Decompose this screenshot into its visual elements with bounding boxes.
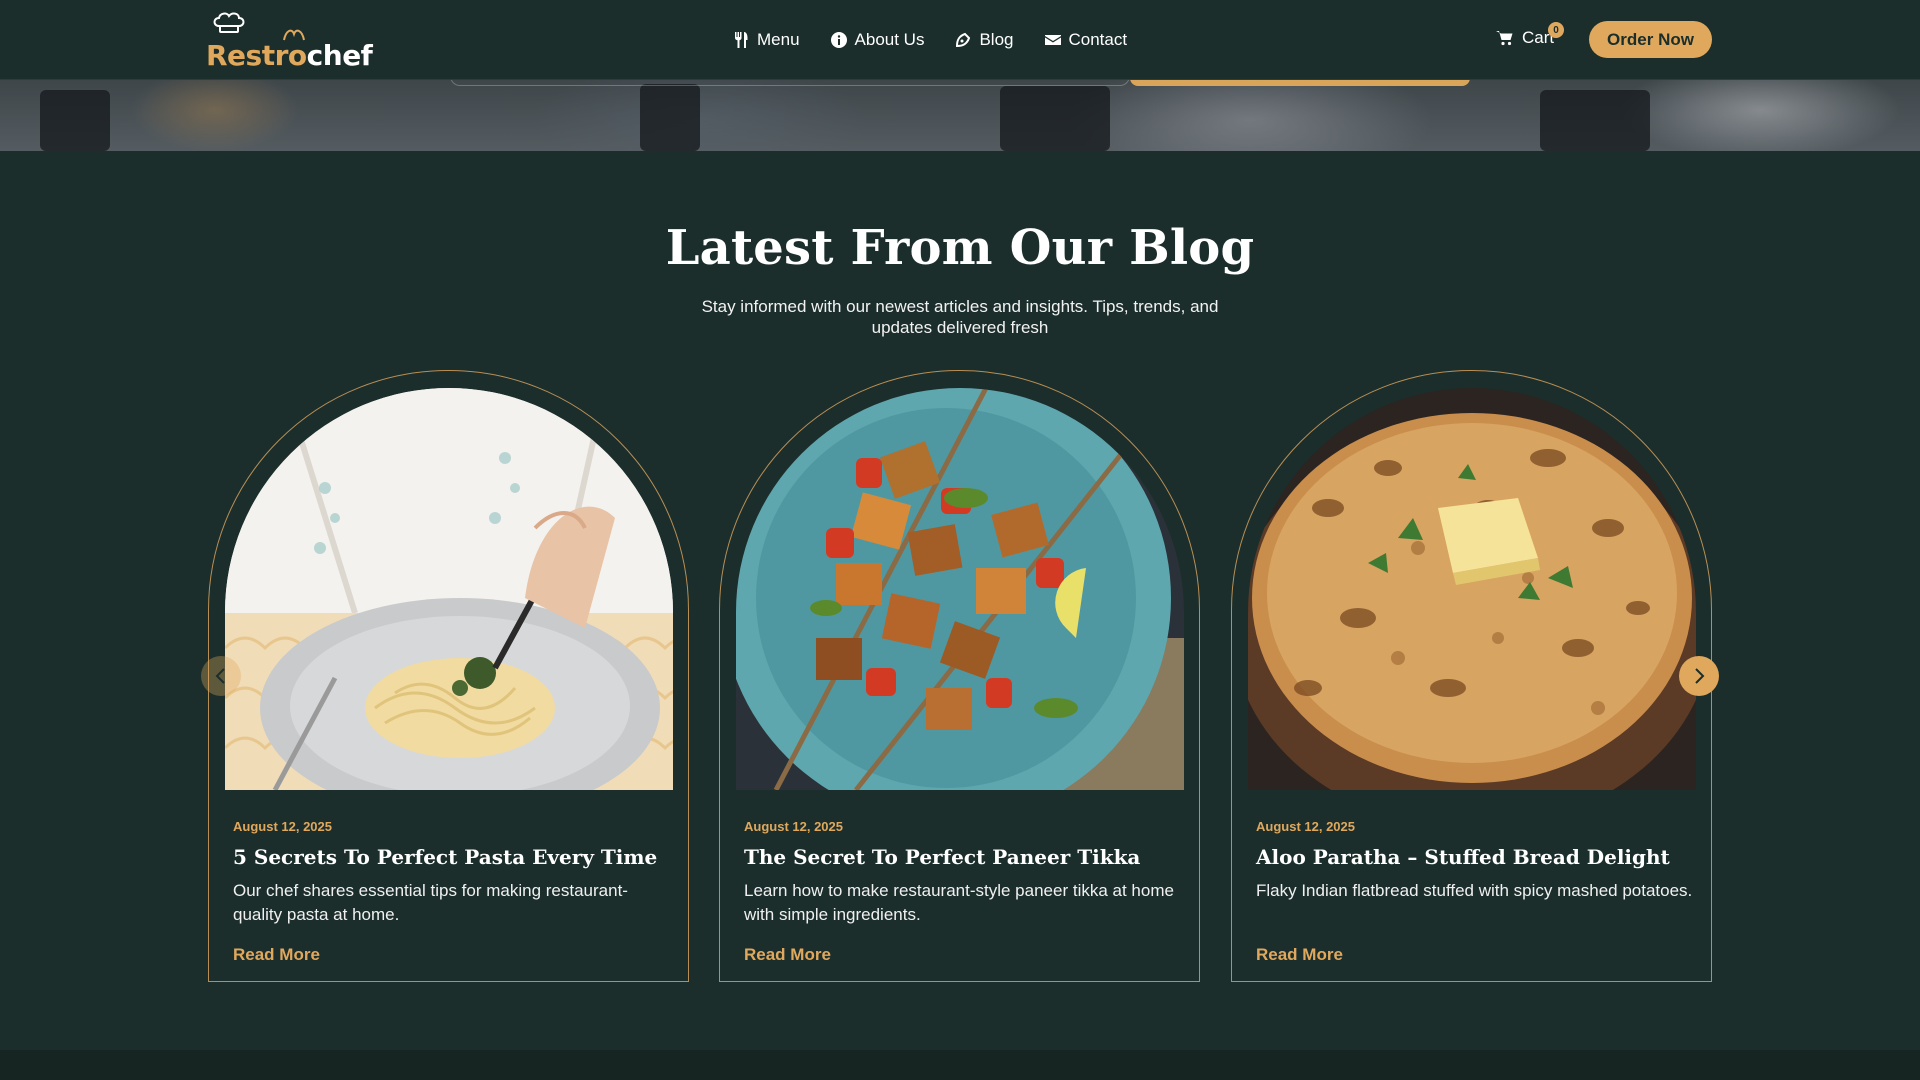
read-more-link[interactable]: Read More — [1256, 945, 1343, 965]
envelope-icon — [1044, 35, 1061, 45]
logo-part-chef: chef — [306, 39, 373, 72]
blog-card-description: Learn how to make restaurant-style panee… — [744, 881, 1174, 924]
site-logo[interactable]: Restrochef — [206, 12, 381, 70]
nav-item-menu[interactable]: Menu — [733, 30, 800, 50]
blog-card: August 12, 2025 The Secret To Perfect Pa… — [719, 370, 1200, 982]
blog-card-date: August 12, 2025 — [233, 819, 332, 834]
nav-label-contact: Contact — [1068, 30, 1128, 49]
blog-card-date: August 12, 2025 — [1256, 819, 1355, 834]
nav-item-contact[interactable]: Contact — [1044, 30, 1128, 50]
nav-label-about-us: About Us — [854, 30, 925, 49]
nav-item-blog[interactable]: Blog — [955, 30, 1014, 50]
hero-chair-shape — [40, 90, 110, 151]
blog-card-image-aloo-paratha[interactable] — [1248, 388, 1696, 790]
info-icon — [830, 32, 847, 48]
order-now-button[interactable]: Order Now — [1589, 21, 1712, 58]
cart-count-badge: 0 — [1548, 22, 1564, 38]
blog-card-title[interactable]: The Secret To Perfect Paneer Tikka — [744, 845, 1140, 869]
hero-chair-shape — [1540, 90, 1650, 151]
nav-item-about-us[interactable]: About Us — [830, 30, 925, 50]
logo-part-restro: Restro — [206, 39, 307, 72]
cart-link[interactable]: Cart 0 — [1496, 22, 1564, 48]
blog-card-description: Our chef shares essential tips for makin… — [233, 881, 628, 924]
hero-chair-shape — [1000, 86, 1110, 151]
blog-card-description: Flaky Indian flatbread stuffed with spic… — [1256, 881, 1693, 900]
blog-section-title: Latest From Our Blog — [665, 220, 1255, 276]
chevron-right-icon — [1695, 668, 1705, 684]
blog-card: August 12, 2025 5 Secrets To Perfect Pas… — [208, 370, 689, 982]
hero-chair-shape — [640, 84, 700, 151]
blog-card-date: August 12, 2025 — [744, 819, 843, 834]
nav-label-menu: Menu — [757, 30, 800, 49]
utensils-icon — [735, 32, 748, 48]
read-more-link[interactable]: Read More — [744, 945, 831, 965]
blog-icon — [956, 32, 971, 48]
read-more-link[interactable]: Read More — [233, 945, 320, 965]
blog-section-subtitle: Stay informed with our newest articles a… — [701, 297, 1219, 337]
main-nav: Menu About Us Blog Contact — [733, 28, 1127, 52]
chevron-left-icon — [215, 668, 225, 684]
chef-hat-icon — [213, 12, 245, 33]
blog-card: August 12, 2025 Aloo Paratha – Stuffed B… — [1231, 370, 1712, 982]
leaf-icon — [283, 29, 305, 41]
pasta-image — [225, 388, 673, 790]
blog-card-title[interactable]: 5 Secrets To Perfect Pasta Every Time — [233, 845, 657, 869]
site-header: Restrochef Menu About Us Blog Contact Ca… — [0, 0, 1920, 80]
nav-label-blog: Blog — [979, 30, 1014, 49]
aloo-paratha-image — [1248, 388, 1696, 790]
paneer-tikka-image — [736, 388, 1184, 790]
cart-icon — [1496, 31, 1513, 46]
carousel-prev-button[interactable] — [201, 656, 241, 696]
blog-card-image-pasta[interactable] — [225, 388, 673, 790]
blog-card-image-paneer-tikka[interactable] — [736, 388, 1184, 790]
carousel-next-button[interactable] — [1679, 656, 1719, 696]
blog-card-title[interactable]: Aloo Paratha – Stuffed Bread Delight — [1256, 845, 1670, 869]
logo-wordmark: Restrochef — [206, 39, 373, 72]
footer-top-band — [0, 1050, 1920, 1080]
